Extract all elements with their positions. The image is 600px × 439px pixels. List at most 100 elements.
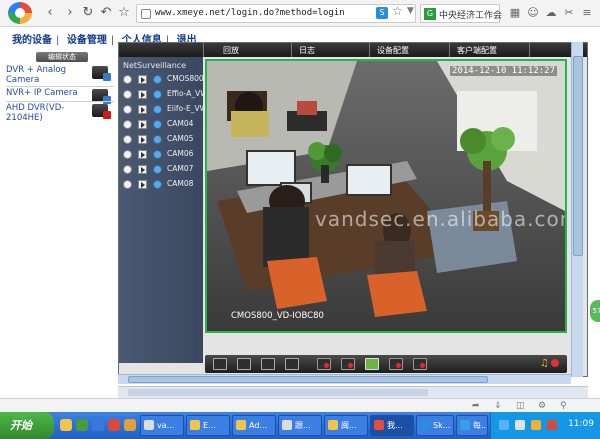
fullscreen-icon[interactable] xyxy=(213,358,227,370)
play-icon[interactable] xyxy=(138,180,147,189)
start-button[interactable]: 开始 xyxy=(0,412,54,439)
star-icon[interactable]: ☆ xyxy=(116,4,132,22)
play-icon[interactable] xyxy=(138,90,147,99)
camera-item[interactable]: CAM07 xyxy=(123,163,203,175)
taskbar-item[interactable]: 闽... xyxy=(324,415,368,436)
camera-item[interactable]: Eiifo-E_VW xyxy=(123,103,207,115)
record-icon[interactable] xyxy=(123,180,132,189)
record-icon[interactable] xyxy=(123,75,132,84)
device-panel-header[interactable]: 编辑状态 xyxy=(36,52,88,62)
side-float-button[interactable]: 57 xyxy=(590,300,600,322)
single-view-icon[interactable] xyxy=(237,358,251,370)
taskbar-item[interactable]: 每... xyxy=(456,415,488,436)
device-item[interactable]: AHD DVR(VD-2104HE) xyxy=(6,103,114,123)
status-icon xyxy=(153,75,162,84)
network-icon[interactable] xyxy=(499,420,509,430)
settings-icon[interactable]: ⚙ xyxy=(538,401,546,411)
quicklaunch-icon[interactable] xyxy=(124,419,136,431)
scroll-thumb[interactable] xyxy=(573,56,583,256)
system-tray: 11:09 xyxy=(490,412,600,439)
tab-log[interactable]: 日志 xyxy=(299,45,315,56)
menu-icon[interactable]: ≡ xyxy=(580,6,594,20)
scroll-thumb[interactable] xyxy=(128,389,428,396)
tree-root[interactable]: NetSurveillance xyxy=(123,61,186,70)
zoom-icon[interactable]: ⚲ xyxy=(560,401,567,411)
device-item[interactable]: DVR + Analog Camera xyxy=(6,65,114,85)
taskbar-item[interactable]: 跟... xyxy=(278,415,322,436)
page-scrollbar[interactable] xyxy=(118,386,588,398)
snapshot-icon[interactable] xyxy=(365,358,379,370)
back-icon[interactable]: ‹ xyxy=(42,4,58,22)
play-icon[interactable] xyxy=(138,120,147,129)
record-icon[interactable] xyxy=(123,135,132,144)
play-icon[interactable] xyxy=(138,150,147,159)
record-icon[interactable] xyxy=(123,150,132,159)
play-icon[interactable] xyxy=(138,165,147,174)
video-view[interactable]: 2014-12-10 11:12:27 vandsec.en.alibaba.c… xyxy=(205,59,567,333)
play-icon[interactable] xyxy=(138,135,147,144)
camera-item[interactable]: CAM04 xyxy=(123,118,203,130)
camera-item[interactable]: CAM08 xyxy=(123,178,203,190)
taskbar-item[interactable]: va... xyxy=(140,415,184,436)
divider xyxy=(369,43,370,57)
camera-item[interactable]: Effio-A_VW xyxy=(123,88,208,100)
record-icon[interactable] xyxy=(123,90,132,99)
play-icon[interactable] xyxy=(138,75,147,84)
quad-view-icon[interactable] xyxy=(261,358,275,370)
camera-item[interactable]: CMOS800_ xyxy=(123,73,207,85)
taskbar-item[interactable]: 我... xyxy=(370,415,414,436)
share-icon[interactable]: ➦ xyxy=(472,401,480,411)
grid-icon[interactable]: ▦ xyxy=(508,6,522,20)
camera-item[interactable]: CAM05 xyxy=(123,133,203,145)
vertical-scrollbar[interactable] xyxy=(571,42,583,377)
taskbar-item[interactable]: Sk... xyxy=(416,415,454,436)
scroll-thumb[interactable] xyxy=(128,376,488,383)
camera-item[interactable]: CAM06 xyxy=(123,148,203,160)
tab-device-config[interactable]: 设备配置 xyxy=(377,45,409,56)
play-icon[interactable] xyxy=(138,105,147,114)
bookmark-star-icon[interactable]: ☆ xyxy=(392,4,403,18)
record-icon[interactable] xyxy=(123,165,132,174)
taskbar-item[interactable]: Ad... xyxy=(232,415,276,436)
cloud-icon[interactable]: ☁ xyxy=(544,6,558,20)
record-icon[interactable] xyxy=(123,120,132,129)
download-icon[interactable]: ⇓ xyxy=(494,401,502,411)
tab-client-config[interactable]: 客户端配置 xyxy=(457,45,497,56)
device-label: AHD DVR(VD-2104HE) xyxy=(6,103,65,123)
quicklaunch-icon[interactable] xyxy=(76,419,88,431)
nav-my-devices[interactable]: 我的设备 xyxy=(12,35,52,46)
user-icon[interactable]: ☺ xyxy=(526,6,540,20)
reload-icon[interactable]: ↻ xyxy=(80,4,96,22)
quicklaunch-icon[interactable] xyxy=(92,419,104,431)
address-bar[interactable]: www.xmeye.net/login.do?method=login xyxy=(136,4,416,23)
forward-icon[interactable]: › xyxy=(62,4,78,22)
mute-icon[interactable] xyxy=(551,359,559,367)
tab-playback[interactable]: 回放 xyxy=(223,45,239,56)
undo-icon[interactable]: ↶ xyxy=(98,4,114,22)
app-icon xyxy=(144,420,154,430)
scissors-icon[interactable]: ✂ xyxy=(562,6,576,20)
extension-icon[interactable]: S xyxy=(376,7,388,19)
device-item[interactable]: NVR+ IP Camera xyxy=(6,88,114,104)
talk-icon[interactable] xyxy=(389,358,403,370)
horizontal-scrollbar[interactable] xyxy=(118,374,571,384)
camera-label: CMOS800_ xyxy=(167,74,208,83)
search-input[interactable]: 中央经济工作会 xyxy=(439,8,502,21)
notification-icon[interactable] xyxy=(531,420,541,430)
taskbar-item[interactable]: E... xyxy=(186,415,230,436)
record-button-icon[interactable] xyxy=(317,358,331,370)
chevron-down-icon[interactable]: ▼ xyxy=(407,6,414,16)
quicklaunch-icon[interactable] xyxy=(60,419,72,431)
security-icon[interactable] xyxy=(547,420,557,430)
speaker-icon[interactable]: ♫ xyxy=(540,358,549,369)
volume-icon[interactable] xyxy=(515,420,525,430)
quicklaunch-icon[interactable] xyxy=(108,419,120,431)
trash-icon[interactable]: ◫ xyxy=(516,401,525,411)
stop-record-icon[interactable] xyxy=(341,358,355,370)
record-icon[interactable] xyxy=(123,105,132,114)
nine-view-icon[interactable] xyxy=(285,358,299,370)
divider xyxy=(203,43,204,57)
nav-device-management[interactable]: 设备管理 xyxy=(67,35,107,46)
search-box[interactable]: G 中央经济工作会 xyxy=(420,4,502,23)
close-all-icon[interactable] xyxy=(413,358,427,370)
